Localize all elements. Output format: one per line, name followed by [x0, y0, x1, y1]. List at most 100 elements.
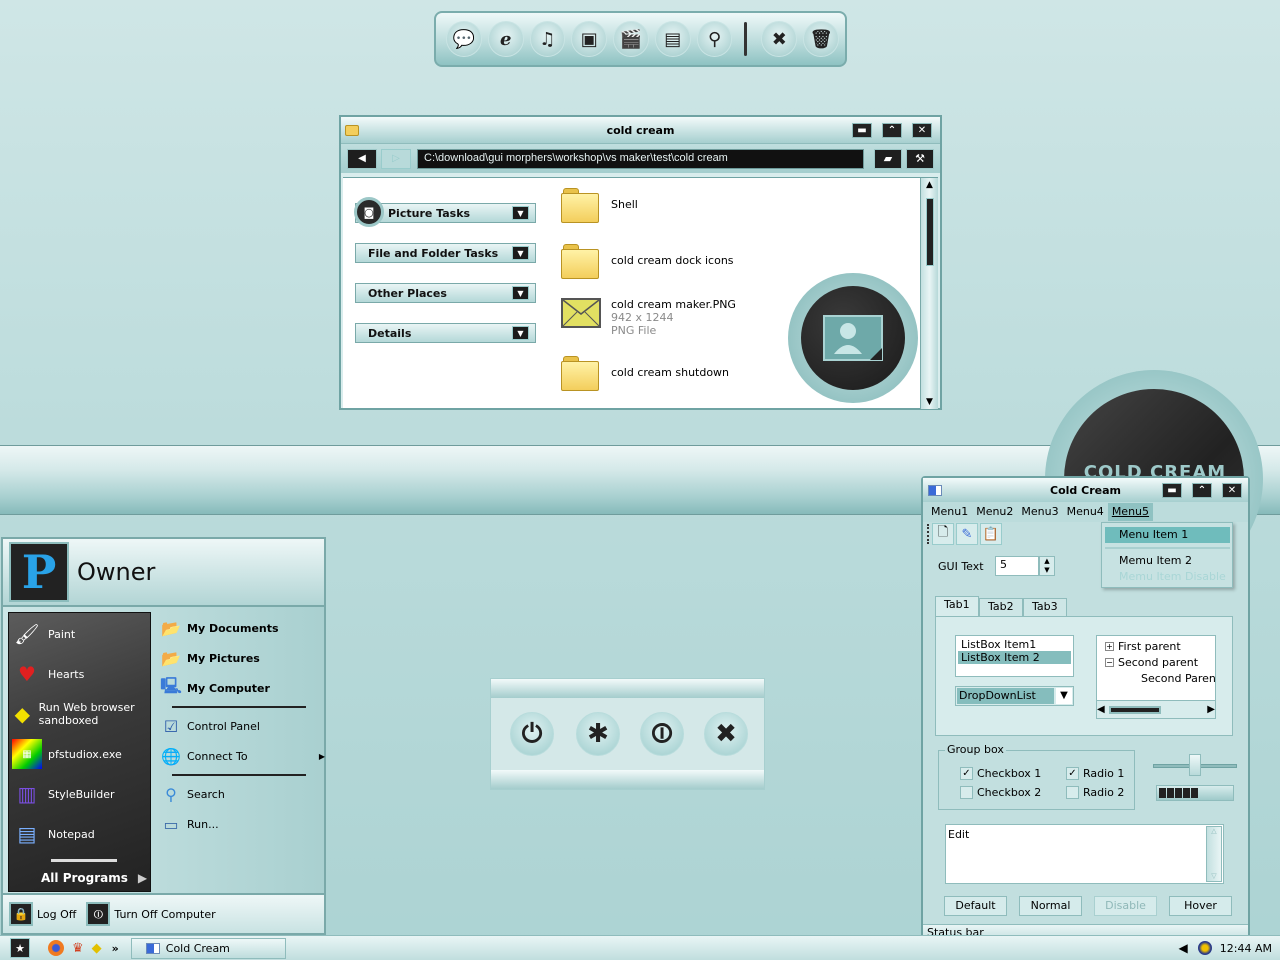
scroll-right-arrow[interactable]: ▶: [1207, 704, 1215, 715]
radio-2[interactable]: Radio 2: [1066, 786, 1124, 799]
program-sandboxed-browser[interactable]: ◆ Run Web browser sandboxed: [12, 699, 148, 729]
chevron-down-icon[interactable]: ▼: [512, 326, 529, 340]
radio-1[interactable]: ✓ Radio 1: [1066, 767, 1124, 780]
scroll-down-arrow[interactable]: ▼: [921, 395, 938, 409]
horizontal-scrollbar[interactable]: ◀ ▶: [1097, 700, 1215, 718]
scroll-down-arrow[interactable]: ▽: [1207, 872, 1221, 880]
tab-3[interactable]: Tab3: [1023, 598, 1067, 616]
hover-button[interactable]: Hover: [1169, 896, 1232, 916]
file-folder-tasks-panel[interactable]: File and Folder Tasks ▼: [355, 243, 536, 263]
turn-off-button[interactable]: ⏼ Turn Off Computer: [86, 902, 216, 926]
tree-node[interactable]: + First parent: [1105, 640, 1181, 653]
slider[interactable]: [1153, 754, 1237, 778]
maximize-button[interactable]: ⌃: [1192, 482, 1212, 498]
search-icon[interactable]: ⚲: [696, 21, 733, 57]
firefox-icon[interactable]: [48, 940, 64, 956]
scroll-left-arrow[interactable]: ◀: [1097, 704, 1105, 715]
slider-thumb[interactable]: [1189, 754, 1201, 776]
minimize-button[interactable]: ▬: [852, 122, 872, 138]
paste-icon[interactable]: 📋: [980, 523, 1002, 545]
scroll-thumb[interactable]: [925, 198, 934, 266]
maximize-button[interactable]: ⌃: [882, 122, 902, 138]
log-off-button[interactable]: 🔒 Log Off: [9, 902, 76, 926]
tab-1[interactable]: Tab1: [935, 596, 979, 616]
cancel-button[interactable]: ✖: [704, 712, 748, 756]
file-item[interactable]: cold cream dock icons: [561, 244, 734, 279]
toolbar-grip[interactable]: [927, 524, 930, 544]
menu-item-1[interactable]: Menu Item 1: [1105, 527, 1230, 543]
scroll-up-arrow[interactable]: △: [1207, 827, 1221, 835]
open-folder-button[interactable]: ▰: [874, 148, 902, 169]
spin-buttons[interactable]: ▲ ▼: [1039, 556, 1055, 576]
menu-item-2[interactable]: Memu Item 2: [1105, 553, 1230, 569]
place-my-documents[interactable]: 📂 My Documents: [159, 616, 279, 640]
spin-input[interactable]: 5: [995, 556, 1039, 576]
demo-titlebar[interactable]: Cold Cream ▬ ⌃ ✕: [923, 478, 1248, 502]
standby-button[interactable]: ⏼: [640, 712, 684, 756]
tray-expand-arrow[interactable]: ◀: [1179, 941, 1188, 955]
listbox-item[interactable]: ListBox Item 2: [958, 651, 1071, 664]
tab-2[interactable]: Tab2: [979, 598, 1023, 616]
menu-2[interactable]: Menu2: [972, 503, 1017, 521]
vertical-scrollbar[interactable]: ▲ ▼: [920, 178, 938, 409]
file-item[interactable]: cold cream shutdown: [561, 356, 729, 391]
checkbox-1[interactable]: ✓ Checkbox 1: [960, 767, 1041, 780]
menu-3[interactable]: Menu3: [1017, 503, 1062, 521]
sandboxie-icon[interactable]: ◆: [92, 941, 102, 956]
place-connect-to[interactable]: 🌐 Connect To ▶: [159, 744, 325, 768]
checkbox-2[interactable]: Checkbox 2: [960, 786, 1041, 799]
picture-icon[interactable]: ▣: [571, 21, 608, 57]
close-button[interactable]: ✕: [1222, 482, 1242, 498]
place-my-pictures[interactable]: 📂 My Pictures: [159, 646, 260, 670]
tree-view[interactable]: + First parent − Second parent Second Pare…: [1096, 635, 1216, 719]
new-file-icon[interactable]: 🗋: [932, 523, 954, 545]
menu-4[interactable]: Menu4: [1063, 503, 1108, 521]
other-places-panel[interactable]: Other Places ▼: [355, 283, 536, 303]
browser-icon[interactable]: e: [487, 21, 524, 57]
menu-1[interactable]: Menu1: [927, 503, 972, 521]
document-icon[interactable]: ▤: [654, 21, 691, 57]
chevron-down-icon[interactable]: ▼: [512, 206, 529, 220]
file-item[interactable]: cold cream maker.PNG 942 x 1244 PNG File: [561, 298, 736, 337]
place-run[interactable]: ▭ Run...: [159, 812, 218, 836]
normal-button[interactable]: Normal: [1019, 896, 1082, 916]
chevron-down-icon[interactable]: ▼: [512, 246, 529, 260]
avatar[interactable]: P: [9, 542, 69, 602]
chevron-down-icon[interactable]: ▼: [512, 286, 529, 300]
menu-5[interactable]: Menu5: [1107, 503, 1154, 521]
explorer-titlebar[interactable]: cold cream ▬ ⌃ ✕: [341, 117, 940, 143]
program-notepad[interactable]: ▤ Notepad: [12, 819, 95, 849]
file-item[interactable]: Shell: [561, 188, 638, 223]
chat-icon[interactable]: 💬: [446, 21, 482, 57]
quicklaunch-icon[interactable]: ♛: [72, 941, 84, 956]
overflow-chevron[interactable]: »: [112, 942, 119, 955]
music-icon[interactable]: ♫: [529, 21, 566, 57]
tree-node[interactable]: Second Parent': [1141, 672, 1215, 685]
power-button[interactable]: ⏻: [510, 712, 554, 756]
place-my-computer[interactable]: 🖳 My Computer: [159, 676, 270, 700]
edit-icon[interactable]: ✎: [956, 523, 978, 545]
program-hearts[interactable]: ♥ Hearts: [12, 659, 84, 689]
close-button[interactable]: ✕: [912, 122, 932, 138]
restart-button[interactable]: ✱: [576, 712, 620, 756]
edit-scrollbar[interactable]: △ ▽: [1206, 826, 1222, 882]
listbox-item[interactable]: ListBox Item1: [958, 638, 1071, 651]
listbox[interactable]: ListBox Item1 ListBox Item 2: [955, 635, 1074, 677]
tray-app-icon[interactable]: [1197, 941, 1212, 955]
program-stylebuilder[interactable]: ▥ StyleBuilder: [12, 779, 115, 809]
scroll-thumb[interactable]: [1108, 705, 1161, 714]
edit-box[interactable]: Edit △ ▽: [945, 824, 1224, 884]
place-control-panel[interactable]: ☑ Control Panel: [159, 714, 260, 738]
start-button[interactable]: ★: [10, 938, 30, 958]
place-search[interactable]: ⚲ Search: [159, 782, 225, 806]
trash-icon[interactable]: 🗑: [803, 21, 840, 57]
forward-button[interactable]: ▷: [381, 148, 411, 169]
picture-tasks-panel[interactable]: ◙ Picture Tasks ▼: [354, 197, 536, 227]
scroll-up-arrow[interactable]: ▲: [921, 178, 938, 192]
taskbar-button-cold-cream[interactable]: Cold Cream: [130, 937, 286, 959]
address-input[interactable]: C:\download\gui morphers\workshop\vs mak…: [417, 148, 864, 169]
back-button[interactable]: ◀: [347, 148, 377, 169]
all-programs-button[interactable]: All Programs ▶: [41, 871, 147, 885]
dropdown-list[interactable]: DropDownList ▼: [955, 686, 1074, 706]
minimize-button[interactable]: ▬: [1162, 482, 1182, 498]
